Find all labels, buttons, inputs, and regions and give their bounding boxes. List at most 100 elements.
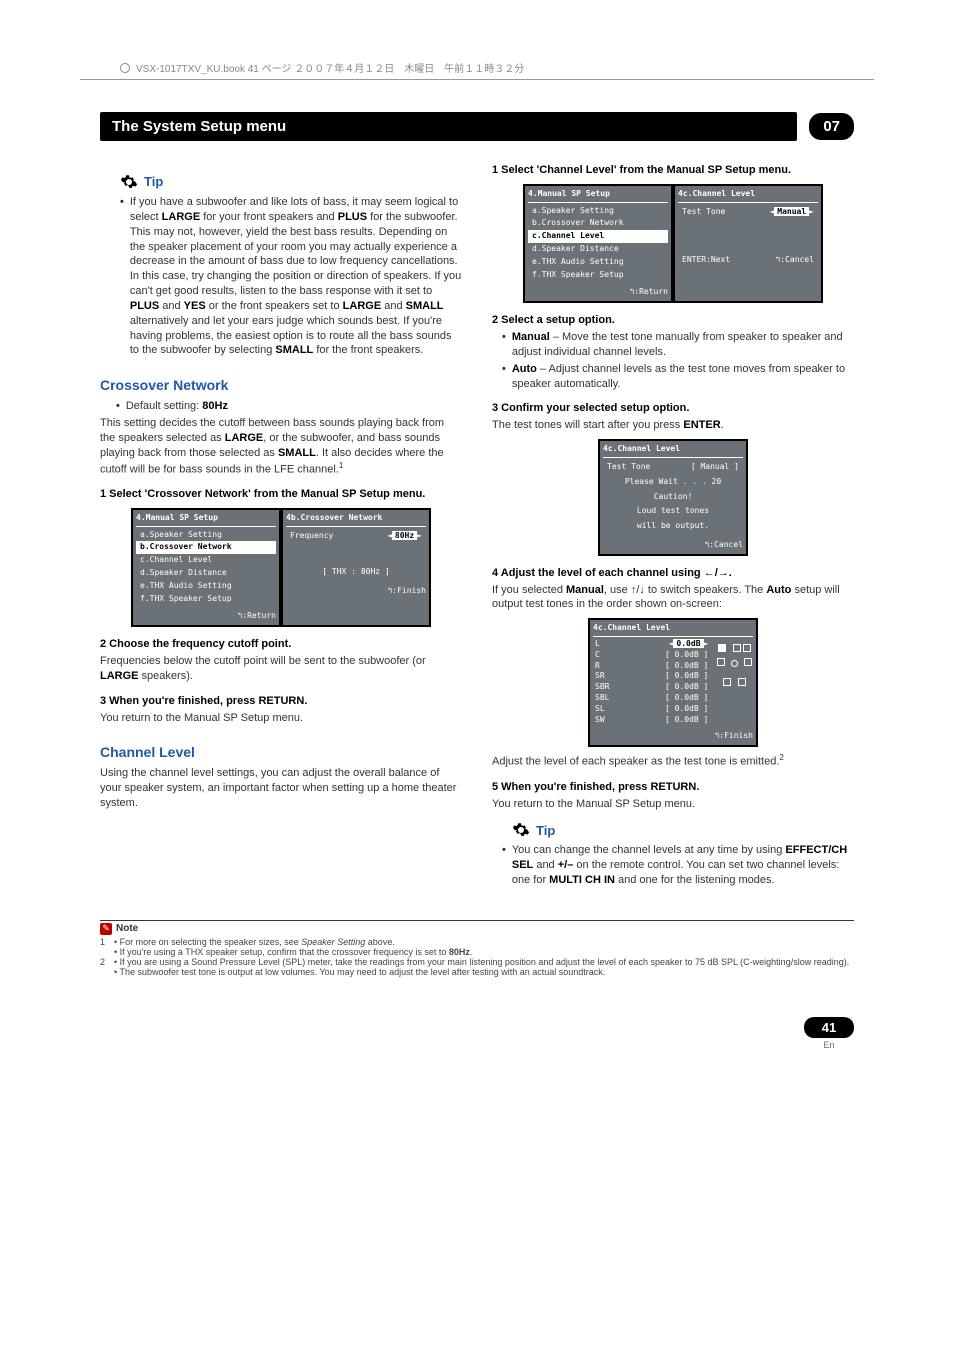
chlevel-step-3: 3 Confirm your selected setup option. <box>492 401 854 416</box>
note-2a-text: If you are using a Sound Pressure Level … <box>120 957 850 967</box>
chlevel-step-5-text: You return to the Manual SP Setup menu. <box>492 797 854 812</box>
osd-wait: Please Wait . . . 20 <box>603 475 743 490</box>
speaker-layout-icon <box>716 639 753 725</box>
osd-chlevel-c-wrap: 4c.Channel Level L◄0.0dB► C[ 0.0dB ] R[ … <box>492 618 854 747</box>
crossover-step-3: 3 When you're finished, press RETURN. <box>100 694 462 709</box>
gear-icon <box>512 821 530 839</box>
tip-text-left: • If you have a subwoofer and like lots … <box>120 195 462 358</box>
osd-manual-sp-setup: 4.Manual SP Setup a.Speaker Setting b.Cr… <box>131 508 281 627</box>
book-header-text: VSX-1017TXV_KU.book 41 ページ ２００７年４月１２日 木曜… <box>136 60 524 75</box>
osd-db: 0.0dB <box>675 704 699 713</box>
osd-foot: ↰:Return <box>136 611 276 622</box>
crossover-step-1: 1 Select 'Crossover Network' from the Ma… <box>100 487 462 502</box>
osd-db: 0.0dB <box>673 639 703 648</box>
chapter-number: 07 <box>809 113 854 140</box>
crossover-heading: Crossover Network <box>100 376 462 395</box>
header-rule <box>80 79 874 80</box>
osd-chlevel-b-wrap: 4c.Channel Level Test Tone [ Manual ] Pl… <box>492 439 854 556</box>
osd-item: b.Crossover Network <box>528 217 668 230</box>
osd-crossover-pair: 4.Manual SP Setup a.Speaker Setting b.Cr… <box>100 508 462 627</box>
osd-item-selected: c.Channel Level <box>528 230 668 243</box>
osd-item: d.Speaker Distance <box>528 243 668 256</box>
crossover-default-text: Default setting: 80Hz <box>126 399 228 414</box>
osd-title: 4c.Channel Level <box>678 189 818 203</box>
chlevel-step-4: 4 Adjust the level of each channel using… <box>492 566 854 581</box>
osd-channel-level-b: 4c.Channel Level Test Tone [ Manual ] Pl… <box>598 439 748 556</box>
osd-db: 0.0dB <box>675 661 699 670</box>
chlevel-step-2: 2 Select a setup option. <box>492 313 854 328</box>
chlevel-step-4-after-text: Adjust the level of each speaker as the … <box>492 756 779 768</box>
osd-channel-level-c: 4c.Channel Level L◄0.0dB► C[ 0.0dB ] R[ … <box>588 618 758 747</box>
chlevel-step-4-text: If you selected Manual, use ↑/↓ to switc… <box>492 583 854 613</box>
osd-foot-left: ENTER:Next <box>682 255 730 266</box>
note-badge-icon: ✎ <box>100 923 112 935</box>
book-header: VSX-1017TXV_KU.book 41 ページ ２００７年４月１２日 木曜… <box>0 0 954 75</box>
chlevel-step-5: 5 When you're finished, press RETURN. <box>492 780 854 795</box>
tip-label-right: Tip <box>536 822 555 840</box>
osd-thx: [ THX : 80Hz ] <box>286 565 426 580</box>
footnote-1-ref: 1 <box>339 461 343 470</box>
osd-db: 0.0dB <box>675 715 699 724</box>
osd-warn-1: Caution! <box>603 490 743 505</box>
osd-ch: SR <box>595 671 605 682</box>
osd-item-selected: b.Crossover Network <box>136 541 276 554</box>
osd-ch: SL <box>595 704 605 715</box>
page-language: En <box>804 1040 854 1050</box>
osd-ch: SW <box>595 715 605 726</box>
note-1b-text: If you're using a THX speaker setup, con… <box>120 947 473 957</box>
osd-title: 4.Manual SP Setup <box>136 513 276 527</box>
osd-title: 4c.Channel Level <box>593 623 753 637</box>
crossover-step-2-text: Frequencies below the cutoff point will … <box>100 654 462 684</box>
crossover-step-2: 2 Choose the frequency cutoff point. <box>100 637 462 652</box>
channel-level-heading: Channel Level <box>100 743 462 762</box>
tip-header-right: Tip <box>512 821 854 839</box>
bullet-icon: • <box>502 362 506 392</box>
tip-label-left: Tip <box>144 173 163 191</box>
osd-item: e.THX Audio Setting <box>136 580 276 593</box>
tip-body-left: If you have a subwoofer and like lots of… <box>130 195 462 358</box>
osd-manual-sp-setup-2: 4.Manual SP Setup a.Speaker Setting b.Cr… <box>523 184 673 303</box>
osd-item: a.Speaker Setting <box>528 205 668 218</box>
note-2b-text: The subwoofer test tone is output at low… <box>120 967 606 977</box>
bullet-icon: • <box>116 399 120 414</box>
osd-freq-value: 80Hz <box>392 531 417 540</box>
tip-body-right: You can change the channel levels at any… <box>512 843 854 888</box>
gear-icon <box>120 173 138 191</box>
osd-foot-right: ↰:Cancel <box>775 255 814 266</box>
chlevel-step-4-after: Adjust the level of each speaker as the … <box>492 753 854 770</box>
osd-ch: R <box>595 661 600 672</box>
chlevel-step-2-b1: • Manual – Move the test tone manually f… <box>502 330 854 360</box>
osd-item: e.THX Audio Setting <box>528 256 668 269</box>
osd-testtone-value: Manual <box>774 207 809 216</box>
chlevel-manual-text: Manual – Move the test tone manually fro… <box>512 330 854 360</box>
footnotes: 1• For more on selecting the speaker siz… <box>100 937 854 977</box>
tip-header-left: Tip <box>120 173 462 191</box>
chapter-title-bar: The System Setup menu 07 <box>100 112 854 141</box>
osd-title: 4c.Channel Level <box>603 444 743 458</box>
note-label: Note <box>116 923 138 934</box>
osd-title: 4.Manual SP Setup <box>528 189 668 203</box>
osd-db: 0.0dB <box>675 671 699 680</box>
osd-testtone-label: Test Tone <box>682 207 725 218</box>
osd-chlevel-pair-a: 4.Manual SP Setup a.Speaker Setting b.Cr… <box>492 184 854 303</box>
osd-item: a.Speaker Setting <box>136 529 276 542</box>
osd-warn-2: Loud test tones <box>603 504 743 519</box>
crossover-step-3-text: You return to the Manual SP Setup menu. <box>100 711 462 726</box>
chapter-title: The System Setup menu <box>100 112 797 141</box>
left-column: Tip • If you have a subwoofer and like l… <box>100 163 462 890</box>
osd-db: 0.0dB <box>675 693 699 702</box>
osd-ch: SBL <box>595 693 609 704</box>
chlevel-step-1: 1 Select 'Channel Level' from the Manual… <box>492 163 854 178</box>
note-rule <box>100 920 854 921</box>
osd-db: 0.0dB <box>675 682 699 691</box>
osd-item: f.THX Speaker Setup <box>528 269 668 282</box>
osd-foot: ↰:Return <box>528 287 668 298</box>
page-number: 41 <box>804 1017 854 1038</box>
footnote-2-ref: 2 <box>779 753 783 762</box>
osd-foot: ↰:Cancel <box>603 540 743 551</box>
crossover-default: • Default setting: 80Hz <box>116 399 462 414</box>
right-column: 1 Select 'Channel Level' from the Manual… <box>492 163 854 890</box>
osd-crossover-network: 4b.Crossover Network Frequency ◄80Hz► [ … <box>281 508 431 627</box>
osd-testtone-value: [ Manual ] <box>691 462 739 473</box>
osd-db: 0.0dB <box>675 650 699 659</box>
